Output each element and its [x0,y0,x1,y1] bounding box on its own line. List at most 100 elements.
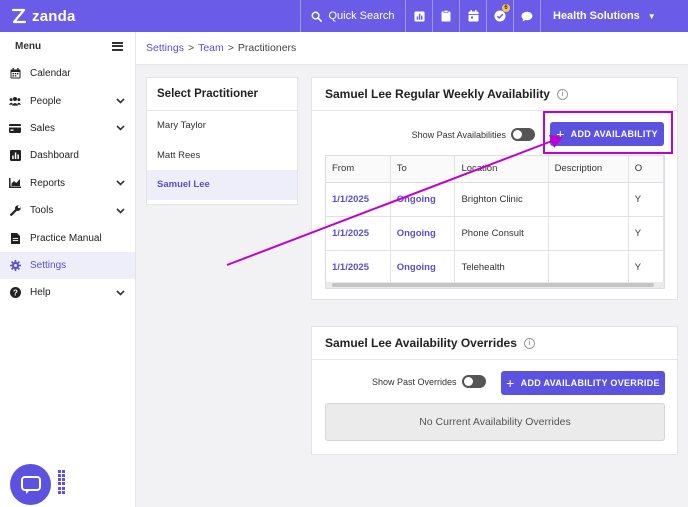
table-row[interactable]: 1/1/2025 Ongoing Telehealth Y [326,250,664,285]
drag-handle-icon[interactable] [58,470,65,494]
chevron-down-icon [116,96,125,106]
show-past-overrides-row: Show Past Overrides [372,375,486,388]
analytics-button[interactable] [405,0,432,32]
show-past-availabilities-toggle[interactable] [511,128,535,141]
cell-from[interactable]: 1/1/2025 [326,216,391,251]
chevron-down-icon: ▼ [647,11,656,21]
wrench-icon [9,205,21,217]
practitioner-item-selected[interactable]: Samuel Lee [147,170,297,200]
calendar-button[interactable] [459,0,486,32]
cell-to[interactable]: Ongoing [390,216,456,251]
svg-text:?: ? [13,289,18,298]
column-header-location[interactable]: Location [454,156,549,183]
cell-from[interactable]: 1/1/2025 [326,250,391,285]
table-row[interactable]: 1/1/2025 Ongoing Brighton Clinic Y [326,182,664,217]
organisation-dropdown[interactable]: Health Solutions ▼ [540,0,662,32]
overrides-title-text: Samuel Lee Availability Overrides [325,336,517,350]
cell-from[interactable]: 1/1/2025 [326,182,391,217]
quick-search-button[interactable]: Quick Search [300,0,405,32]
sidebar-item-label: Help [30,287,51,299]
cell-description [548,216,629,251]
column-header-description[interactable]: Description [548,156,629,183]
practitioner-item[interactable]: Mary Taylor [147,111,297,141]
messages-button[interactable] [513,0,540,32]
cell-description [548,182,629,217]
cell-extra: Y [628,250,664,285]
calendar-icon [468,10,478,22]
sidebar-item-dashboard[interactable]: Dashboard [0,142,135,169]
top-bar: zanda Quick Search 6 Health Solutions ▼ [0,0,688,32]
sidebar-item-settings[interactable]: Settings [0,251,135,280]
zanda-logo-icon [11,8,27,24]
sidebar-item-calendar[interactable]: Calendar [0,60,135,87]
breadcrumb-current: Practitioners [237,42,297,54]
menu-label: Menu [15,40,42,52]
clipboard-button[interactable] [432,0,459,32]
availability-panel: Samuel Lee Regular Weekly Availability i… [311,77,678,300]
info-icon[interactable]: i [523,337,535,349]
sidebar-item-help[interactable]: ? Help [0,279,135,306]
cell-location: Telehealth [454,250,549,285]
cell-extra: Y [628,216,664,251]
clipboard-icon [441,10,451,22]
dashboard-icon [9,150,21,162]
breadcrumb-settings-link[interactable]: Settings [146,42,184,54]
breadcrumb-separator: > [227,42,234,54]
help-icon: ? [9,287,21,299]
sidebar-item-practice-manual[interactable]: Practice Manual [0,224,135,251]
chevron-down-icon [116,178,125,188]
sidebar-item-label: Reports [30,177,66,189]
live-chat-button[interactable] [10,464,51,505]
chat-bubble-icon [20,475,41,494]
quick-search-label: Quick Search [328,10,395,22]
cell-location: Brighton Clinic [454,182,549,217]
breadcrumb-team-link[interactable]: Team [198,42,224,54]
show-past-overrides-toggle[interactable] [461,375,486,388]
search-icon [312,11,323,22]
sidebar-item-label: Calendar [30,68,71,80]
cell-to[interactable]: Ongoing [390,182,456,217]
cell-location: Phone Consult [454,216,549,251]
breadcrumb-separator: > [187,42,195,54]
practitioner-panel-title: Select Practitioner [147,78,297,111]
practitioner-item[interactable]: Matt Rees [147,141,297,171]
sidebar-item-people[interactable]: People [0,87,135,114]
tasks-badge: 6 [502,4,510,12]
table-horizontal-scrollbar[interactable] [326,282,664,288]
chevron-down-icon [116,123,125,133]
add-availability-override-button[interactable]: + ADD AVAILABILITY OVERRIDE [501,371,665,395]
tasks-button[interactable]: 6 [486,0,513,32]
practitioner-panel: Select Practitioner Mary Taylor Matt Ree… [146,77,298,205]
sidebar-item-reports[interactable]: Reports [0,170,135,197]
annotation-highlight-box [543,111,673,154]
show-past-availabilities-label: Show Past Availabilities [411,129,506,140]
hamburger-icon[interactable] [112,41,123,51]
menu-header: Menu [0,32,135,60]
add-override-label: ADD AVAILABILITY OVERRIDE [520,378,660,388]
sidebar-item-label: People [30,95,62,107]
sidebar-item-label: Tools [30,205,54,217]
sidebar: Menu Calendar People Sales Dashboard Rep… [0,32,136,507]
calendar-icon [9,68,21,80]
cell-to[interactable]: Ongoing [390,250,456,285]
column-header-extra[interactable]: O [628,156,664,183]
document-icon [9,232,21,244]
scrollbar-thumb[interactable] [332,283,654,287]
show-past-overrides-label: Show Past Overrides [372,376,457,387]
cell-extra: Y [628,182,664,217]
overrides-panel-title: Samuel Lee Availability Overrides i [312,327,677,360]
reports-icon [9,177,21,189]
column-header-from[interactable]: From [326,156,391,183]
overrides-panel: Samuel Lee Availability Overrides i Show… [311,326,678,455]
table-row[interactable]: 1/1/2025 Ongoing Phone Consult Y [326,216,664,251]
sidebar-item-label: Sales [30,122,56,134]
plus-icon: + [506,375,515,391]
overrides-empty-state: No Current Availability Overrides [325,403,665,441]
availability-panel-title: Samuel Lee Regular Weekly Availability i [312,78,677,111]
breadcrumb: Settings > Team > Practitioners [136,32,688,65]
column-header-to[interactable]: To [390,156,456,183]
sidebar-item-sales[interactable]: Sales [0,115,135,142]
sidebar-item-tools[interactable]: Tools [0,197,135,224]
info-icon[interactable]: i [556,88,568,100]
logo[interactable]: zanda [0,0,300,32]
